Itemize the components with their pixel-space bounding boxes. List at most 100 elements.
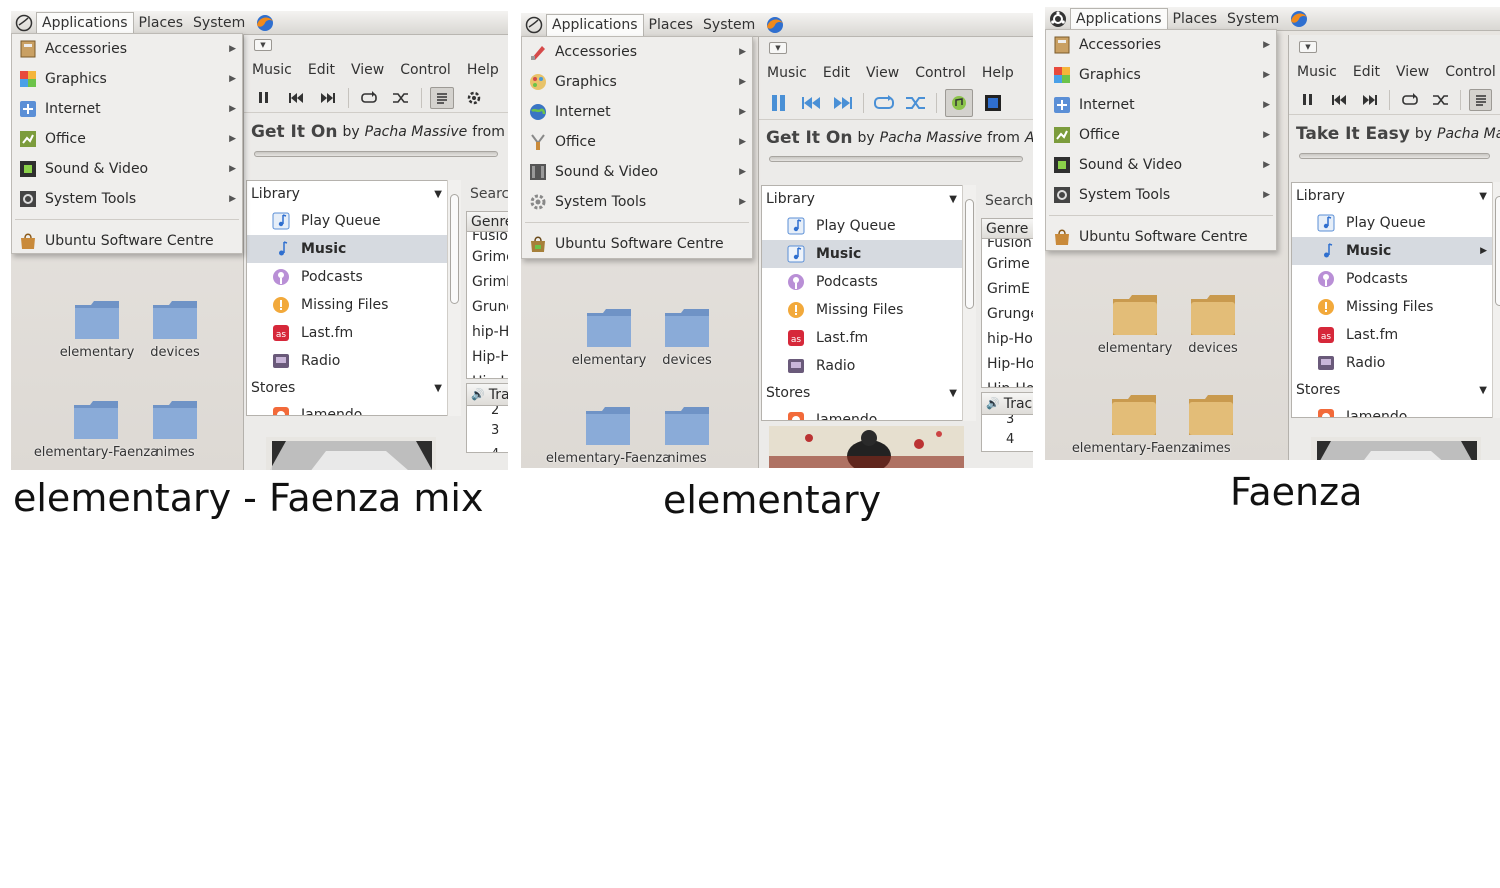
menu-control[interactable]: Control xyxy=(915,65,966,81)
menu-view[interactable]: View xyxy=(866,65,899,81)
source-lastfm[interactable]: as Last.fm xyxy=(762,324,975,352)
menu-item-accessories[interactable]: Accessories ▶ xyxy=(522,37,752,67)
source-podcasts[interactable]: Podcasts xyxy=(762,268,975,296)
track-row[interactable]: 4 xyxy=(982,427,1033,451)
source-lastfm[interactable]: as Last.fm xyxy=(247,319,460,347)
visualization-icon[interactable] xyxy=(981,92,1005,114)
shuffle-icon[interactable] xyxy=(389,87,413,109)
window-menu-button[interactable]: ▼ xyxy=(769,42,787,54)
track-row[interactable]: 2 xyxy=(467,406,508,418)
next-icon[interactable] xyxy=(316,87,340,109)
track-column-header[interactable]: 🔊Track xyxy=(982,393,1033,415)
desktop-folder[interactable]: devices xyxy=(135,299,215,360)
song-progress-bar[interactable] xyxy=(254,151,498,157)
menu-item-software-centre[interactable]: Ubuntu Software Centre xyxy=(12,226,242,256)
menu-edit[interactable]: Edit xyxy=(823,65,850,81)
source-list-scrollbar[interactable] xyxy=(447,180,461,416)
gear-icon[interactable] xyxy=(462,87,486,109)
menu-item-software-centre[interactable]: Ubuntu Software Centre xyxy=(522,229,752,259)
desktop-folder[interactable]: nimes xyxy=(135,399,215,460)
window-menu-button[interactable]: ▼ xyxy=(254,39,272,51)
desktop-folder[interactable]: elementary xyxy=(1095,293,1175,356)
menu-item-sound-video[interactable]: Sound & Video ▶ xyxy=(12,154,242,184)
repeat-icon[interactable] xyxy=(872,92,896,114)
pause-icon[interactable] xyxy=(252,87,276,109)
desktop-folder[interactable]: devices xyxy=(1173,293,1253,356)
genre-row[interactable]: Hip-Hop xyxy=(982,351,1033,376)
repeat-icon[interactable] xyxy=(357,87,381,109)
desktop-folder[interactable]: elementary xyxy=(569,307,649,368)
browse-toggle-icon[interactable] xyxy=(945,88,973,117)
genre-row[interactable]: Hip-Hop xyxy=(467,344,508,369)
genre-row[interactable]: hip-Hop xyxy=(467,319,508,344)
source-radio[interactable]: Radio xyxy=(247,347,460,375)
menu-item-sound-video[interactable]: Sound & Video ▶ xyxy=(522,157,752,187)
menu-item-internet[interactable]: Internet ▶ xyxy=(1046,90,1276,120)
menu-item-sound-video[interactable]: Sound & Video ▶ xyxy=(1046,150,1276,180)
menu-item-office[interactable]: Office ▶ xyxy=(12,124,242,154)
menu-edit[interactable]: Edit xyxy=(308,62,335,78)
menu-item-system-tools[interactable]: System Tools ▶ xyxy=(522,187,752,217)
genre-column-header[interactable]: Genre xyxy=(467,212,508,232)
menu-item-system-tools[interactable]: System Tools ▶ xyxy=(1046,180,1276,210)
library-header[interactable]: Library ▼ xyxy=(762,186,975,212)
genre-list[interactable]: Genre Fusion Grime GrimE Grunge hip-Hop … xyxy=(466,211,508,379)
applications-menu[interactable]: Applications xyxy=(36,11,134,34)
menu-edit[interactable]: Edit xyxy=(1353,64,1380,80)
genre-row[interactable]: Grunge xyxy=(982,301,1033,326)
browse-toggle-icon[interactable] xyxy=(1469,88,1492,111)
source-play-queue[interactable]: Play Queue xyxy=(762,212,975,240)
library-header[interactable]: Library ▼ xyxy=(247,181,460,207)
source-list-scrollbar[interactable] xyxy=(962,185,976,421)
source-podcasts[interactable]: Podcasts xyxy=(247,263,460,291)
menu-music[interactable]: Music xyxy=(1297,64,1337,80)
source-music[interactable]: Music▶ xyxy=(247,235,460,263)
desktop-folder[interactable]: nimes xyxy=(647,405,727,466)
menu-item-graphics[interactable]: Graphics ▶ xyxy=(12,64,242,94)
menu-help[interactable]: Help xyxy=(467,62,499,78)
track-row[interactable]: 3 xyxy=(467,418,508,442)
track-row[interactable]: 4 xyxy=(467,442,508,453)
menu-item-accessories[interactable]: Accessories ▶ xyxy=(1046,30,1276,60)
menu-music[interactable]: Music xyxy=(252,62,292,78)
genre-row[interactable]: GrimE xyxy=(467,269,508,294)
source-list-scrollbar[interactable] xyxy=(1492,182,1500,418)
genre-row[interactable]: Grime ( xyxy=(982,251,1033,276)
genre-row[interactable]: Hip-Hop xyxy=(467,369,508,379)
system-menu[interactable]: System xyxy=(698,14,760,36)
menu-item-graphics[interactable]: Graphics ▶ xyxy=(522,67,752,97)
source-missing-files[interactable]: Missing Files xyxy=(762,296,975,324)
genre-row[interactable]: Fusion xyxy=(982,239,1033,251)
menu-item-office[interactable]: Office ▶ xyxy=(1046,120,1276,150)
source-radio[interactable]: Radio xyxy=(762,352,975,380)
next-icon[interactable] xyxy=(1359,89,1382,111)
source-play-queue[interactable]: Play Queue xyxy=(1292,209,1500,237)
scrollbar-thumb[interactable] xyxy=(1495,196,1500,306)
track-list[interactable]: 🔊Track 2 3 4 xyxy=(466,383,508,453)
menu-item-internet[interactable]: Internet ▶ xyxy=(12,94,242,124)
song-progress-bar[interactable] xyxy=(1299,153,1490,159)
places-menu[interactable]: Places xyxy=(644,14,699,36)
desktop-folder[interactable]: elementary xyxy=(57,299,137,360)
library-header[interactable]: Library ▼ xyxy=(1292,183,1500,209)
places-menu[interactable]: Places xyxy=(1168,8,1223,30)
menu-item-accessories[interactable]: Accessories ▶ xyxy=(12,34,242,64)
genre-list[interactable]: Genre Fusion Grime ( GrimE ( Grunge hip-… xyxy=(981,218,1033,388)
menu-item-office[interactable]: Office ▶ xyxy=(522,127,752,157)
window-menu-button[interactable]: ▼ xyxy=(1299,41,1317,53)
source-missing-files[interactable]: Missing Files xyxy=(1292,293,1500,321)
menu-help[interactable]: Help xyxy=(982,65,1014,81)
genre-row[interactable]: Grunge xyxy=(467,294,508,319)
menu-item-software-centre[interactable]: Ubuntu Software Centre xyxy=(1046,222,1276,252)
system-menu[interactable]: System xyxy=(188,12,250,34)
source-jamendo[interactable]: Jamendo xyxy=(1292,403,1500,417)
previous-icon[interactable] xyxy=(799,92,823,114)
source-lastfm[interactable]: as Last.fm xyxy=(1292,321,1500,349)
track-list[interactable]: 🔊Track 3 4 xyxy=(981,392,1033,452)
source-music[interactable]: Music▶ xyxy=(762,240,975,268)
genre-row[interactable]: hip-Hop xyxy=(982,326,1033,351)
source-radio[interactable]: Radio xyxy=(1292,349,1500,377)
shuffle-icon[interactable] xyxy=(904,92,928,114)
places-menu[interactable]: Places xyxy=(134,12,189,34)
source-jamendo[interactable]: Jamendo xyxy=(762,406,975,420)
